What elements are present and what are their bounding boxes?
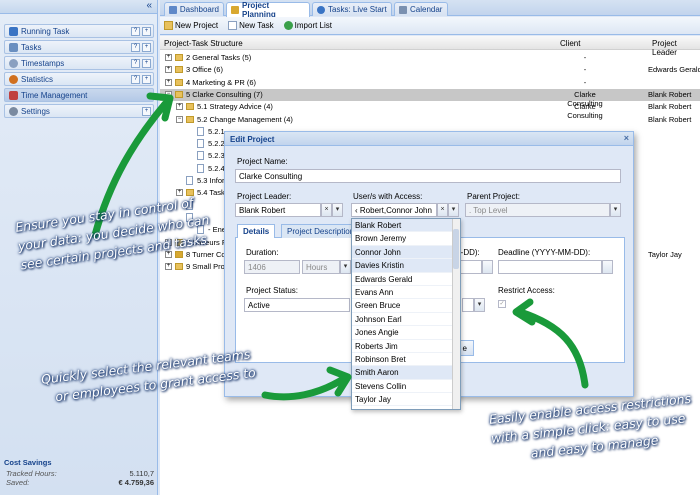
arrow-to-user-list — [261, 374, 349, 401]
